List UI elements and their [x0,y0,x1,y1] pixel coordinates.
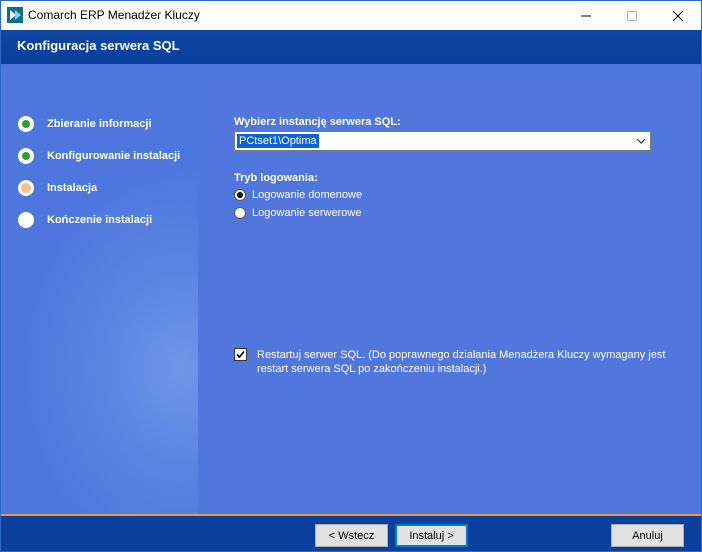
radio-label: Logowanie serwerowe [252,207,362,219]
maximize-icon [627,10,637,21]
checkmark-icon [236,350,245,359]
radio-label: Logowanie domenowe [252,189,363,201]
step-label: Zbieranie informacji [47,118,152,130]
chevron-down-icon [636,138,646,144]
step-current-icon [18,180,34,196]
step-done-icon [18,148,34,164]
footer-bar: < Wstecz Instaluj > Anuluj [1,514,701,551]
page-header: Konfiguracja serwera SQL [1,30,701,64]
step-finish: Kończenie instalacji [18,212,152,228]
step-done-icon [18,116,34,132]
cancel-button[interactable]: Anuluj [611,524,684,547]
instance-label: Wybierz instancję serwera SQL: [234,116,401,128]
steps-sidebar [1,68,198,514]
maximize-button[interactable] [609,1,655,30]
step-label: Instalacja [47,182,98,194]
minimize-button[interactable] [563,1,609,30]
step-pending-icon [18,212,34,228]
close-button[interactable] [655,1,701,30]
page-title: Konfiguracja serwera SQL [17,38,180,53]
step-label: Kończenie instalacji [47,214,153,226]
step-install: Instalacja [18,180,97,196]
back-button[interactable]: < Wstecz [315,524,388,547]
login-mode-label: Tryb logowania: [234,172,318,184]
sql-instance-value: PCtset1\Optima [237,134,319,148]
window-title: Comarch ERP Menadżer Kluczy [28,8,200,22]
radio-server-login[interactable]: Logowanie serwerowe [234,207,361,219]
sql-instance-select[interactable]: PCtset1\Optima [234,131,651,151]
radio-unselected-icon [234,207,246,219]
restart-sql-checkbox[interactable] [234,348,247,361]
step-configure: Konfigurowanie instalacji [18,148,180,164]
install-button[interactable]: Instaluj > [395,524,468,547]
restart-sql-label: Restartuj serwer SQL. (Do poprawnego dzi… [257,349,666,375]
step-collect-info: Zbieranie informacji [18,116,152,132]
radio-selected-icon [234,189,246,201]
close-icon [673,10,683,21]
installer-window: Comarch ERP Menadżer Kluczy Konfiguracja… [0,0,702,552]
minimize-icon [581,15,591,16]
radio-domain-login[interactable]: Logowanie domenowe [234,189,362,201]
app-logo-icon [7,7,23,23]
step-label: Konfigurowanie instalacji [47,150,181,162]
title-bar[interactable]: Comarch ERP Menadżer Kluczy [1,1,701,30]
